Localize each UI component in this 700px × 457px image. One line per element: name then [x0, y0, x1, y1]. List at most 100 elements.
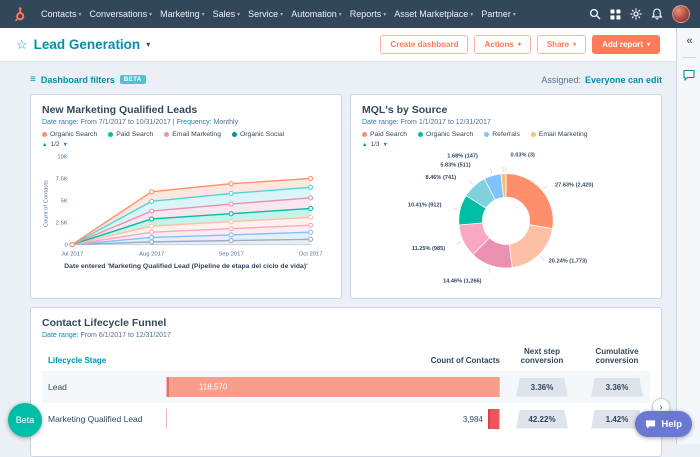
next-step-conversion-cell: 3.36%: [516, 378, 568, 397]
legend-dot: [484, 132, 489, 137]
legend-item[interactable]: Email Marketing: [164, 131, 221, 138]
share-button[interactable]: Share▾: [537, 35, 586, 54]
nav-item-conversations[interactable]: Conversations▾: [86, 9, 157, 19]
legend-item[interactable]: Email Marketing: [531, 131, 588, 138]
chevron-down-icon: ▾: [383, 11, 386, 18]
subtitle-divider: |: [173, 119, 175, 126]
legend-dot: [531, 132, 536, 137]
page-title[interactable]: Lead Generation: [34, 37, 141, 52]
report-subtitle: Date range: From 7/1/2017 to 10/31/2017 …: [42, 119, 330, 126]
nav-item-service[interactable]: Service▾: [244, 9, 287, 19]
chevron-down-icon: ▾: [573, 41, 576, 48]
nav-item-reports[interactable]: Reports▾: [346, 9, 391, 19]
dashboard-filters-toggle[interactable]: ≡ Dashboard filters BETA: [30, 74, 146, 85]
collapse-panel-icon[interactable]: «: [686, 36, 690, 47]
chevron-down-icon: ▾: [79, 11, 82, 18]
legend-item[interactable]: Paid Search: [108, 131, 153, 138]
svg-text:0.03% (3): 0.03% (3): [511, 152, 535, 158]
actions-label: Actions: [484, 40, 513, 49]
area-chart-legend: Organic Search Paid Search Email Marketing…: [42, 131, 330, 138]
right-rail: «: [676, 28, 700, 444]
funnel-stage-label: Marketing Qualified Lead: [42, 414, 154, 424]
search-icon[interactable]: [589, 8, 601, 20]
notifications-bell-icon[interactable]: [651, 8, 663, 20]
legend-item[interactable]: Paid Search: [362, 131, 407, 138]
nav-menu: Contacts▾Conversations▾Marketing▾Sales▾S…: [37, 9, 520, 19]
nav-item-marketing[interactable]: Marketing▾: [156, 9, 209, 19]
funnel-bar[interactable]: [488, 409, 499, 429]
svg-text:Sep 2017: Sep 2017: [219, 251, 244, 257]
help-button[interactable]: Help: [635, 411, 692, 437]
avatar[interactable]: [672, 5, 690, 23]
legend-page-indicator: 1/3: [370, 141, 379, 148]
legend-prev-icon[interactable]: ▲: [42, 142, 47, 148]
comments-icon[interactable]: [683, 68, 695, 86]
settings-gear-icon[interactable]: [630, 8, 642, 20]
svg-text:11.25% (985): 11.25% (985): [412, 246, 446, 252]
nav-item-contacts[interactable]: Contacts▾: [37, 9, 86, 19]
legend-label: Referrals: [492, 131, 520, 138]
add-report-button[interactable]: Add report▾: [592, 35, 660, 54]
marketplace-icon[interactable]: [610, 9, 621, 20]
dashboard-content: ≡ Dashboard filters BETA Assigned: Every…: [0, 62, 676, 457]
chevron-down-icon: ▾: [470, 11, 473, 18]
legend-dot: [418, 132, 423, 137]
legend-prev-icon[interactable]: ▲: [362, 142, 367, 148]
legend-item[interactable]: Organic Search: [42, 131, 97, 138]
report-card-new-mql: New Marketing Qualified Leads Date range…: [30, 94, 342, 299]
nav-item-asset-marketplace[interactable]: Asset Marketplace▾: [390, 9, 477, 19]
funnel-bar-area: 3,984: [166, 409, 500, 429]
nav-item-label: Contacts: [41, 9, 77, 19]
legend-dot: [232, 132, 237, 137]
legend-label: Organic Social: [240, 131, 284, 138]
hubspot-logo[interactable]: [10, 6, 27, 23]
assigned-value-link[interactable]: Everyone can edit: [585, 75, 662, 85]
legend-item[interactable]: Organic Search: [418, 131, 473, 138]
funnel-rows: Lead 118,570 3.36% 3.36% Marketing Qualified…: [42, 371, 650, 435]
legend-item[interactable]: Organic Social: [232, 131, 284, 138]
svg-text:Count of Contacts: Count of Contacts: [43, 180, 49, 227]
cumulative-conversion-cell: 3.36%: [591, 378, 643, 397]
filters-bar: ≡ Dashboard filters BETA Assigned: Every…: [30, 74, 662, 85]
nav-item-partner[interactable]: Partner▾: [477, 9, 520, 19]
svg-text:0: 0: [65, 243, 69, 249]
chevron-down-icon: ▾: [202, 11, 205, 18]
report-subtitle: Date range: From 6/1/2017 to 12/31/2017: [42, 332, 650, 339]
mql-area-chart[interactable]: 10K7.5K5K2.5K0Jul 2017Aug 2017Sep 2017Oc…: [42, 150, 330, 262]
svg-text:5K: 5K: [61, 199, 68, 205]
date-range-label: Date range:: [362, 119, 399, 126]
svg-text:5.83% (511): 5.83% (511): [440, 162, 470, 168]
chevron-down-icon: ▾: [237, 11, 240, 18]
favorite-star-icon[interactable]: ☆: [16, 37, 28, 53]
legend-next-icon[interactable]: ▼: [63, 142, 68, 148]
chevron-down-icon: ▾: [280, 11, 283, 18]
create-dashboard-button[interactable]: Create dashboard: [380, 35, 468, 54]
nav-item-sales[interactable]: Sales▾: [209, 9, 245, 19]
svg-text:10K: 10K: [57, 155, 68, 161]
report-card-mql-by-source: MQL's by Source Date range: From 1/1/201…: [350, 94, 662, 299]
nav-item-label: Service: [248, 9, 278, 19]
column-header-lifecycle-stage: Lifecycle Stage: [42, 356, 154, 365]
beta-fab-button[interactable]: Beta: [8, 403, 42, 437]
header-buttons: Create dashboard Actions▾ Share▾ Add rep…: [380, 35, 660, 54]
nav-item-label: Automation: [291, 9, 337, 19]
column-header-next-step: Next step conversion: [512, 347, 572, 365]
legend-next-icon[interactable]: ▼: [383, 142, 388, 148]
chevron-down-icon[interactable]: ▾: [146, 40, 150, 49]
beta-badge: BETA: [120, 75, 146, 84]
nav-item-automation[interactable]: Automation▾: [287, 9, 346, 19]
svg-text:Jul 2017: Jul 2017: [61, 251, 83, 257]
funnel-bar[interactable]: 118,570: [167, 377, 499, 397]
svg-text:27.63% (2,420): 27.63% (2,420): [555, 182, 593, 188]
report-title: MQL's by Source: [362, 104, 650, 116]
date-range-label: Date range:: [42, 332, 79, 339]
actions-button[interactable]: Actions▾: [474, 35, 530, 54]
date-range-value: From 6/1/2017 to 12/31/2017: [81, 332, 171, 339]
mql-donut-chart[interactable]: 27.63% (2,420)20.24% (1,773)14.46% (1,26…: [362, 150, 650, 288]
legend-dot: [362, 132, 367, 137]
report-cards-row: New Marketing Qualified Leads Date range…: [30, 94, 662, 299]
help-label: Help: [661, 419, 682, 430]
legend-item[interactable]: Referrals: [484, 131, 520, 138]
report-subtitle: Date range: From 1/1/2017 to 12/31/2017: [362, 119, 650, 126]
funnel-stage-label: Lead: [42, 382, 154, 392]
